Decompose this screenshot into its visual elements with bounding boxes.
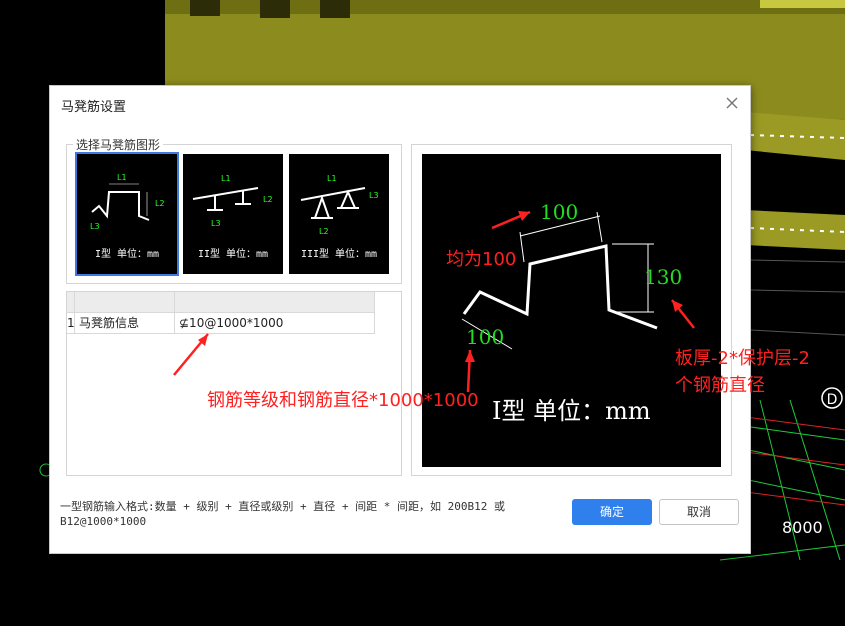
shape-2-caption: II型 单位：mm: [197, 249, 269, 260]
shape-3-caption: III型 单位：mm: [300, 249, 378, 260]
svg-text:L1: L1: [221, 174, 231, 183]
svg-text:L3: L3: [90, 222, 100, 231]
table-header-row: [67, 292, 375, 313]
shape-option-type-2[interactable]: L1 L2 L3 II型 单位：mm: [183, 154, 283, 274]
dialog-title: 马凳筋设置: [61, 100, 127, 115]
svg-text:L1: L1: [117, 173, 127, 182]
shape-group-label: 选择马凳筋图形: [73, 136, 164, 153]
preview-caption: I型 单位：mm: [492, 397, 651, 425]
cancel-button[interactable]: 取消: [659, 499, 739, 525]
preview-canvas: 100 130 100 I型 单位：mm: [422, 154, 721, 467]
shape-option-type-3[interactable]: L1 L3 L2 III型 单位：mm: [289, 154, 389, 274]
table-row[interactable]: 1 马凳筋信息 ⊈10@1000*1000: [67, 313, 375, 334]
svg-text:L1: L1: [327, 174, 337, 183]
axis-label-d: D: [827, 392, 838, 408]
row-name: 马凳筋信息: [75, 313, 175, 333]
header-value-cell: [175, 292, 375, 312]
svg-text:L3: L3: [211, 219, 221, 228]
preview-dim-top: 100: [540, 200, 578, 224]
input-format-hint: 一型钢筋输入格式:数量 + 级别 + 直径或级别 + 直径 + 间距 * 间距，…: [60, 500, 505, 528]
svg-text:L2: L2: [319, 227, 329, 236]
preview-dim-right: 130: [644, 265, 682, 289]
annotation-formula-line1: 板厚-2*保护层-2: [675, 348, 810, 369]
row-value-input[interactable]: ⊈10@1000*1000: [175, 313, 375, 333]
dimension-8000: 8000: [782, 518, 823, 537]
shape-1-caption: I型 单位：mm: [94, 249, 160, 260]
svg-text:L3: L3: [369, 191, 379, 200]
svg-text:L2: L2: [263, 195, 273, 204]
shape-option-type-1[interactable]: L1 L2 L3 I型 单位：mm: [75, 152, 179, 276]
close-icon[interactable]: [724, 95, 740, 111]
svg-text:L2: L2: [155, 199, 165, 208]
stirrup-settings-dialog: 马凳筋设置 选择马凳筋图形 L1 L2 L3 I型 单位：mm L1 L2 L3: [49, 85, 751, 554]
header-index-cell: [67, 292, 75, 312]
property-table: 1 马凳筋信息 ⊈10@1000*1000: [66, 291, 402, 476]
ok-button[interactable]: 确定: [572, 499, 652, 525]
annotation-rebar-format: 钢筋等级和钢筋直径*1000*1000: [207, 390, 479, 411]
annotation-all-100: 均为100: [446, 249, 517, 270]
preview-diagram: 100 130 100 I型 单位：mm: [461, 200, 682, 425]
preview-dim-left: 100: [466, 325, 504, 349]
preview-panel: 100 130 100 I型 单位：mm: [411, 144, 732, 476]
annotation-formula-line2: 个钢筋直径: [675, 375, 765, 396]
row-index: 1: [67, 313, 75, 333]
header-name-cell: [75, 292, 175, 312]
